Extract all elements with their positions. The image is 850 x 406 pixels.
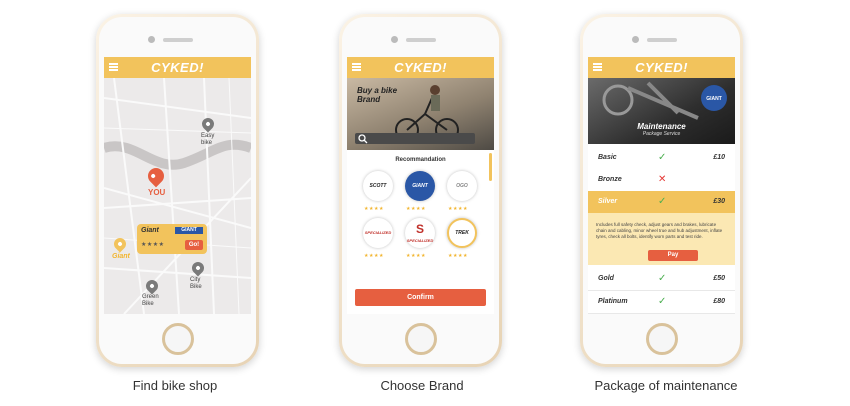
package-name: Silver	[598, 198, 618, 205]
package-name: Platinum	[598, 298, 628, 305]
brand-specialized-s[interactable]: SPECIALIZED S	[405, 218, 435, 248]
check-icon: ✓	[658, 296, 667, 307]
maintenance-subtitle: Package Service	[642, 131, 681, 137]
app-logo: CYKED!	[635, 60, 688, 75]
specialized-s-icon: S	[415, 222, 424, 236]
speaker	[405, 38, 436, 42]
shop-popup[interactable]: Giant GIANT ★★★★ Go!	[137, 224, 207, 254]
go-button[interactable]: Go!	[185, 240, 203, 250]
maintenance-screen: CYKED! GIANT Maintenance Package Service…	[588, 57, 735, 314]
map-roads	[104, 78, 251, 314]
caption-choose-brand: Choose Brand	[380, 378, 464, 393]
top-bar: CYKED!	[104, 57, 251, 78]
speaker	[646, 38, 677, 42]
brand-rating: ★★★★	[406, 206, 426, 212]
front-camera	[391, 36, 398, 43]
package-name: Bronze	[598, 176, 622, 183]
brand-name: SCOTT	[369, 183, 387, 189]
brand-rating: ★★★★	[406, 253, 426, 259]
package-price: £30	[713, 198, 725, 205]
check-icon: ✓	[658, 196, 667, 207]
shop-label-easy: Easy bike	[201, 133, 215, 146]
package-row-gold[interactable]: Gold ✓ £50	[588, 268, 735, 291]
phone-maintenance: CYKED! GIANT Maintenance Package Service…	[580, 14, 743, 367]
maintenance-title: Maintenance	[637, 122, 686, 131]
brand-name: SPECIALIZED	[406, 238, 434, 243]
brand-rating: ★★★★	[448, 206, 468, 212]
brand-ogo[interactable]: OGO	[447, 171, 477, 201]
popup-rating: ★★★★	[141, 242, 165, 248]
front-camera	[632, 36, 639, 43]
you-label: YOU	[148, 188, 166, 197]
brand-rating: ★★★★	[448, 253, 468, 259]
package-name: Basic	[598, 154, 617, 161]
map-view[interactable]: Easy bike YOU Giant GIANT ★★★★ Go! Giant…	[104, 78, 251, 314]
confirm-button[interactable]: Confirm	[355, 289, 486, 306]
home-button[interactable]	[645, 323, 678, 355]
phone-choose-brand: CYKED! Buy a bike Brand Recommandation S…	[339, 14, 502, 367]
brand-rating: ★★★★	[364, 253, 384, 259]
hero-title: Buy a bike Brand	[357, 86, 398, 104]
search-icon	[358, 134, 368, 144]
giant-pin-label: Giant	[112, 253, 130, 260]
package-row-bronze[interactable]: Bronze ✕	[588, 169, 735, 192]
shop-label-green: Green Bike	[142, 294, 159, 307]
package-description: Includes full safety check, adjust gears…	[596, 222, 723, 239]
package-price: £80	[713, 298, 725, 305]
scrollbar[interactable]	[489, 153, 492, 181]
app-logo: CYKED!	[394, 60, 447, 75]
cross-icon: ✕	[658, 174, 667, 185]
brand-trek[interactable]: TREK	[447, 218, 477, 248]
package-name: Gold	[598, 275, 614, 282]
app-logo: CYKED!	[151, 60, 204, 75]
brand-name: GIANT	[412, 183, 428, 189]
check-icon: ✓	[658, 152, 667, 163]
brand-specialized[interactable]: SPECIALIZED	[363, 218, 393, 248]
phone-find-bike-shop: CYKED! Easy bike YOU Giant GIANT ★★★★ Go…	[96, 14, 259, 367]
brand-scott[interactable]: SCOTT	[363, 171, 393, 201]
brand-giant[interactable]: GIANT	[405, 171, 435, 201]
top-bar: CYKED!	[588, 57, 735, 78]
giant-logo: GIANT	[175, 227, 203, 234]
speaker	[162, 38, 193, 42]
package-row-platinum[interactable]: Platinum ✓ £80	[588, 291, 735, 314]
brand-screen: CYKED! Buy a bike Brand Recommandation S…	[347, 57, 494, 314]
package-row-silver[interactable]: Silver ✓ £30	[588, 191, 735, 213]
package-price: £10	[713, 154, 725, 161]
brand-name: OGO	[456, 183, 468, 189]
shop-label-city: City Bike	[190, 277, 202, 290]
front-camera	[148, 36, 155, 43]
search-input[interactable]	[355, 133, 475, 144]
package-row-basic[interactable]: Basic ✓ £10	[588, 147, 735, 170]
popup-shop-name: Giant	[141, 227, 159, 234]
caption-find-bike-shop: Find bike shop	[132, 378, 218, 393]
pay-button[interactable]: Pay	[648, 250, 698, 261]
hero-banner: Buy a bike Brand	[347, 78, 494, 150]
check-icon: ✓	[658, 273, 667, 284]
brand-rating: ★★★★	[364, 206, 384, 212]
brand-name: TREK	[455, 230, 469, 236]
section-title: Recommandation	[395, 157, 446, 163]
caption-package-of-maintenance: Package of maintenance	[594, 378, 738, 393]
package-price: £50	[713, 275, 725, 282]
map-screen: CYKED! Easy bike YOU Giant GIANT ★★★★ Go…	[104, 57, 251, 314]
maintenance-hero: GIANT Maintenance Package Service	[588, 78, 735, 144]
brand-name: SPECIALIZED	[364, 230, 392, 235]
home-button[interactable]	[404, 323, 437, 355]
svg-text:GIANT: GIANT	[706, 96, 722, 102]
top-bar: CYKED!	[347, 57, 494, 78]
silver-package-detail: Includes full safety check, adjust gears…	[588, 213, 735, 265]
home-button[interactable]	[161, 323, 194, 355]
